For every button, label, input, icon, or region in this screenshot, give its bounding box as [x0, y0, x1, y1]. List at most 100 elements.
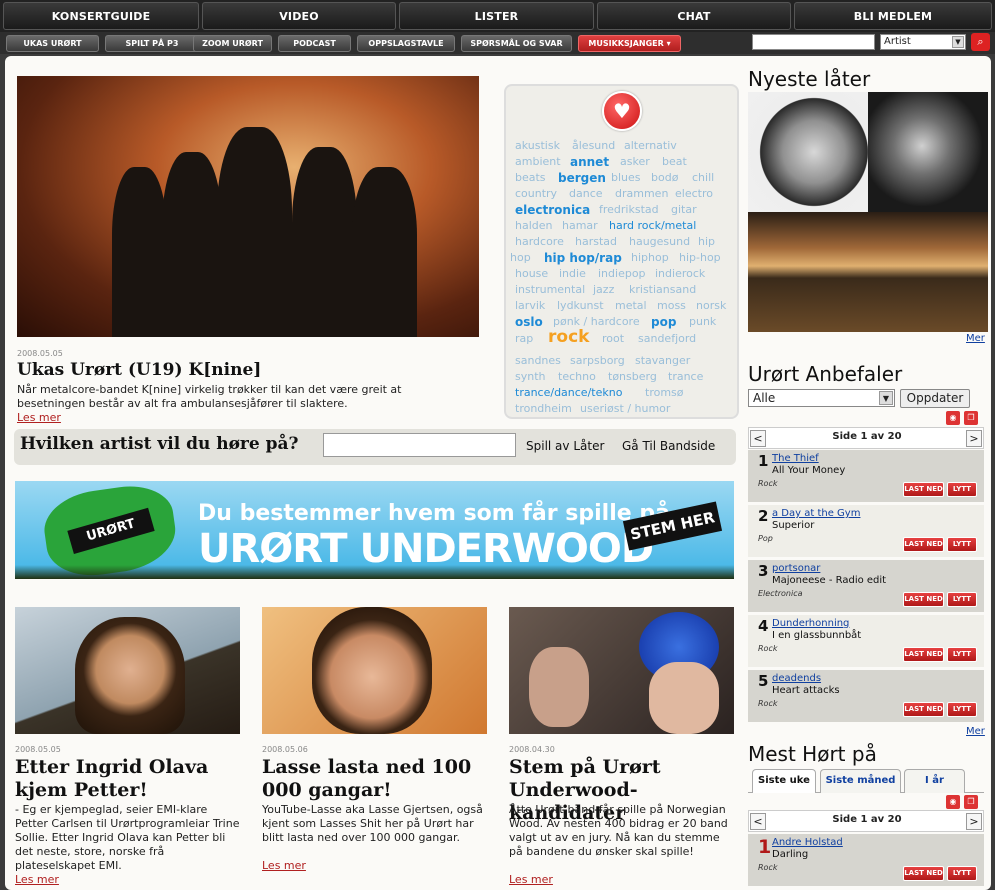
tag-link[interactable]: metal [615, 299, 647, 312]
download-button[interactable]: LAST NED [903, 647, 944, 662]
artist-link[interactable]: portsonar [772, 563, 820, 574]
tag-link[interactable]: akustisk [515, 139, 560, 152]
tag-link[interactable]: hop [510, 251, 531, 264]
nav-konsertguide[interactable]: KONSERTGUIDE [3, 2, 199, 30]
tag-link[interactable]: hardcore [515, 235, 564, 248]
listen-button[interactable]: LYTT [947, 647, 977, 662]
tag-link[interactable]: chill [692, 171, 714, 184]
tag-link[interactable]: jazz [593, 283, 614, 296]
tag-link[interactable]: house [515, 267, 548, 280]
nav-video[interactable]: VIDEO [202, 2, 396, 30]
download-button[interactable]: LAST NED [903, 482, 944, 497]
tag-link[interactable]: ambient [515, 155, 561, 168]
popup-icon[interactable]: ❐ [964, 411, 978, 425]
tag-link[interactable]: ålesund [572, 139, 615, 152]
article-1-photo[interactable] [15, 607, 240, 734]
subnav-spilt-pa-p3[interactable]: SPILT PÅ P3 [105, 35, 199, 52]
tab-siste-maned[interactable]: Siste måned [820, 769, 901, 793]
tag-link[interactable]: norsk [696, 299, 726, 312]
article-1-read-more[interactable]: Les mer [15, 873, 59, 886]
nav-bli-medlem[interactable]: BLI MEDLEM [794, 2, 992, 30]
tag-link[interactable]: hiphop [631, 251, 669, 264]
tag-link[interactable]: moss [657, 299, 686, 312]
popup-icon[interactable]: ❐ [964, 795, 978, 809]
tag-link[interactable]: drammen [615, 187, 668, 200]
subnav-sporsmal-og-svar[interactable]: SPØRSMÅL OG SVAR [461, 35, 572, 52]
tag-link[interactable]: annet [570, 155, 609, 169]
newest-song-thumb[interactable] [748, 92, 868, 212]
article-1-title[interactable]: Etter Ingrid Olava kjem Petter! [15, 756, 240, 802]
artist-search-input[interactable] [323, 433, 516, 457]
tag-link[interactable]: electronica [515, 203, 590, 217]
subnav-musikksjanger[interactable]: MUSIKKSJANGER ▾ [578, 35, 681, 52]
next-page-button[interactable]: > [966, 430, 982, 447]
tag-link[interactable]: root [602, 332, 624, 345]
update-button[interactable]: Oppdater [900, 389, 970, 408]
subnav-podcast[interactable]: PODCAST [278, 35, 351, 52]
play-songs-button[interactable]: Spill av Låter [526, 439, 604, 453]
artist-link[interactable]: Dunderhonning [772, 618, 849, 629]
subnav-zoom-urort[interactable]: ZOOM URØRT [193, 35, 272, 52]
listen-button[interactable]: LYTT [947, 482, 977, 497]
artist-link[interactable]: deadends [772, 673, 821, 684]
tab-i-ar[interactable]: I år [904, 769, 965, 793]
featured-title[interactable]: Ukas Urørt (U19) K[nine] [17, 360, 261, 380]
tag-link[interactable]: useriøst / humor [580, 402, 670, 415]
download-button[interactable]: LAST NED [903, 592, 944, 607]
genre-filter-select[interactable]: Alle ▼ [748, 389, 895, 407]
download-button[interactable]: LAST NED [903, 537, 944, 552]
tag-link[interactable]: sandefjord [638, 332, 696, 345]
tag-link[interactable]: synth [515, 370, 546, 383]
artist-link[interactable]: a Day at the Gym [772, 508, 860, 519]
go-to-bandpage-button[interactable]: Gå Til Bandside [622, 439, 715, 453]
tag-link[interactable]: bergen [558, 171, 606, 185]
download-button[interactable]: LAST NED [903, 866, 944, 881]
article-3-read-more[interactable]: Les mer [509, 873, 553, 886]
tag-link[interactable]: tromsø [645, 386, 684, 399]
tag-link[interactable]: kristiansand [629, 283, 696, 296]
tag-link[interactable]: asker [620, 155, 650, 168]
tag-link[interactable]: techno [558, 370, 596, 383]
article-2-read-more[interactable]: Les mer [262, 859, 306, 872]
listen-button[interactable]: LYTT [947, 592, 977, 607]
artist-link[interactable]: Andre Holstad [772, 837, 843, 848]
tag-link[interactable]: alternativ [624, 139, 677, 152]
tag-link[interactable]: beats [515, 171, 546, 184]
article-3-photo[interactable] [509, 607, 734, 734]
tag-link[interactable]: oslo [515, 315, 543, 329]
nav-lister[interactable]: LISTER [399, 2, 594, 30]
heart-icon[interactable]: ♥ [602, 91, 642, 131]
tag-link[interactable]: rock [548, 327, 589, 347]
underwood-banner[interactable]: URØRT Du bestemmer hvem som får spille p… [15, 481, 734, 579]
tab-siste-uke[interactable]: Siste uke [752, 769, 816, 793]
tag-link[interactable]: blues [611, 171, 641, 184]
listen-button[interactable]: LYTT [947, 702, 977, 717]
tag-link[interactable]: fredrikstad [599, 203, 659, 216]
newest-song-thumb[interactable] [868, 92, 988, 212]
tag-link[interactable]: country [515, 187, 557, 200]
tag-link[interactable]: halden [515, 219, 553, 232]
listen-button[interactable]: LYTT [947, 866, 977, 881]
tag-link[interactable]: indierock [655, 267, 705, 280]
nav-chat[interactable]: CHAT [597, 2, 791, 30]
tag-link[interactable]: trance/dance/tekno [515, 386, 622, 399]
tag-link[interactable]: hip [698, 235, 715, 248]
search-input[interactable] [752, 34, 875, 50]
listen-button[interactable]: LYTT [947, 537, 977, 552]
next-page-button[interactable]: > [966, 813, 982, 830]
newest-song-thumb[interactable] [748, 212, 868, 332]
tag-link[interactable]: lydkunst [557, 299, 604, 312]
article-2-title[interactable]: Lasse lasta ned 100 000 gangar! [262, 756, 487, 802]
featured-read-more[interactable]: Les mer [17, 411, 61, 424]
tag-link[interactable]: trance [668, 370, 703, 383]
tag-link[interactable]: tønsberg [608, 370, 657, 383]
download-button[interactable]: LAST NED [903, 702, 944, 717]
tag-link[interactable]: instrumental [515, 283, 585, 296]
subnav-ukas-urort[interactable]: UKAS URØRT [6, 35, 99, 52]
tag-link[interactable]: pop [651, 315, 676, 329]
tag-link[interactable]: haugesund [629, 235, 690, 248]
tag-link[interactable]: stavanger [635, 354, 690, 367]
artist-link[interactable]: The Thief [772, 453, 819, 464]
tag-link[interactable]: indiepop [598, 267, 646, 280]
article-2-photo[interactable] [262, 607, 487, 734]
